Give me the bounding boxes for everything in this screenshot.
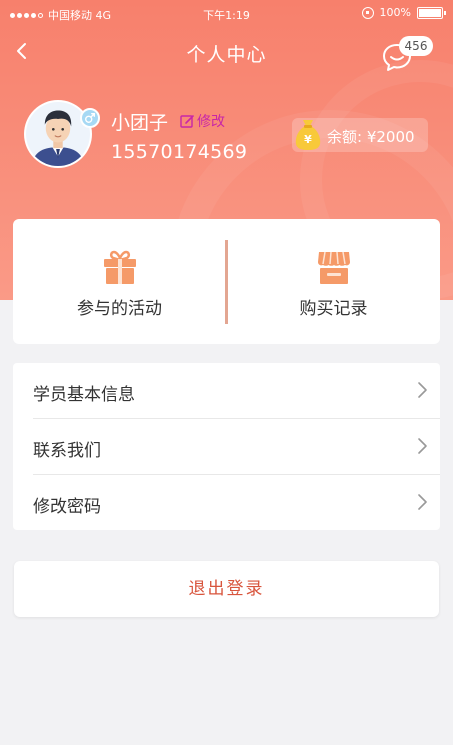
nav-bar: 个人中心 456 bbox=[0, 30, 453, 74]
list-item-student-info[interactable]: 学员基本信息 bbox=[13, 363, 440, 419]
chevron-right-icon bbox=[418, 438, 427, 454]
status-right: 100% bbox=[361, 6, 446, 19]
rotation-lock-icon bbox=[361, 6, 374, 19]
list-item-label: 修改密码 bbox=[33, 497, 101, 517]
battery-icon bbox=[417, 6, 446, 19]
phone-number: 15570174569 bbox=[111, 141, 248, 163]
logout-button[interactable]: 退出登录 bbox=[14, 561, 439, 617]
edit-icon bbox=[180, 114, 194, 128]
user-portrait-icon bbox=[26, 102, 90, 166]
edit-profile-button[interactable]: 修改 bbox=[180, 111, 225, 131]
chevron-right-icon bbox=[418, 494, 427, 510]
list-item-contact-us[interactable]: 联系我们 bbox=[13, 419, 440, 475]
messages-button[interactable]: 456 bbox=[381, 36, 433, 74]
status-bar: 中国移动 4G 下午1:19 100% bbox=[0, 0, 453, 26]
money-bag-icon: ¥ bbox=[295, 120, 321, 150]
action-label: 购买记录 bbox=[299, 299, 368, 319]
gift-icon bbox=[104, 250, 136, 284]
list-item-change-password[interactable]: 修改密码 bbox=[13, 475, 440, 531]
balance-amount: 余额: ¥2000 bbox=[327, 128, 415, 146]
message-count-badge: 456 bbox=[399, 36, 433, 56]
balance-badge[interactable]: ¥ 余额: ¥2000 bbox=[292, 118, 428, 152]
activity-card: 参与的活动 购买记录 bbox=[13, 219, 440, 344]
shop-icon bbox=[318, 251, 350, 284]
battery-percentage: 100% bbox=[379, 6, 411, 19]
list-item-label: 联系我们 bbox=[33, 441, 101, 461]
edit-label: 修改 bbox=[197, 114, 225, 130]
action-label: 参与的活动 bbox=[77, 299, 162, 319]
svg-text:¥: ¥ bbox=[304, 133, 312, 146]
menu-list: 学员基本信息 联系我们 修改密码 bbox=[13, 363, 440, 530]
male-gender-icon bbox=[80, 108, 100, 128]
username: 小团子 bbox=[111, 112, 169, 134]
participated-activities-button[interactable]: 参与的活动 bbox=[13, 219, 226, 344]
chevron-right-icon bbox=[418, 382, 427, 398]
list-item-label: 学员基本信息 bbox=[33, 385, 135, 405]
purchase-records-button[interactable]: 购买记录 bbox=[227, 219, 440, 344]
